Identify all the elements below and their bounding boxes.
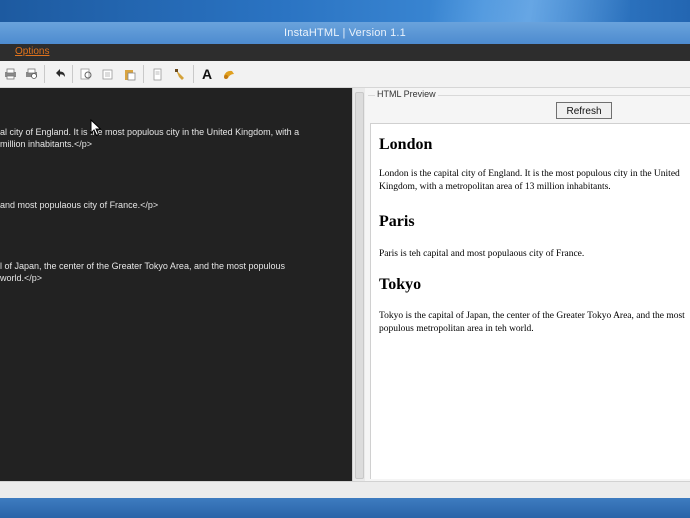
html-editor[interactable]: al city of England. It is the most popul… (0, 88, 352, 481)
editor-line: million inhabitants.</p> (0, 139, 93, 149)
toolbar-separator (72, 65, 73, 83)
preview-heading: London (379, 136, 433, 153)
status-bar (0, 481, 690, 499)
scrollbar-thumb[interactable] (355, 92, 364, 479)
editor-line: world.</p> (0, 273, 43, 283)
find-icon[interactable] (78, 66, 94, 82)
undo-icon[interactable] (51, 66, 67, 82)
preview-group-label: HTML Preview (375, 89, 438, 99)
editor-line: l of Japan, the center of the Greater To… (0, 261, 286, 271)
preview-paragraph: London is the capital city of England. I… (379, 169, 680, 179)
html-preview: London London is the capital city of Eng… (370, 123, 690, 479)
editor-line: and most populaous city of France.</p> (0, 200, 159, 210)
preview-paragraph: populous metropolitan area in teh world. (379, 324, 534, 334)
preview-paragraph: Tokyo is the capital of Japan, the cente… (379, 311, 685, 321)
print-icon[interactable] (2, 66, 18, 82)
font-icon[interactable]: A (199, 66, 215, 82)
preview-paragraph: Kingdom, with a metropolitan area of 13 … (379, 182, 611, 192)
toolbar-separator (44, 65, 45, 83)
desktop-background (0, 0, 690, 22)
toolbar-separator (143, 65, 144, 83)
paste-icon[interactable] (121, 66, 137, 82)
preview-heading: Paris (379, 213, 415, 230)
clear-icon[interactable] (171, 66, 187, 82)
menu-bar: Options (0, 44, 690, 61)
color-icon[interactable] (221, 66, 237, 82)
refresh-button[interactable]: Refresh (556, 102, 612, 119)
replace-icon[interactable] (99, 66, 115, 82)
document-icon[interactable] (149, 66, 165, 82)
toolbar-separator (193, 65, 194, 83)
print-preview-icon[interactable] (23, 66, 39, 82)
editor-scrollbar[interactable] (352, 88, 365, 481)
taskbar (0, 498, 690, 518)
menu-options[interactable]: Options (15, 46, 49, 57)
preview-heading: Tokyo (379, 276, 422, 293)
toolbar: A (0, 61, 690, 88)
window-title: InstaHTML | Version 1.1 (0, 22, 690, 44)
editor-line: al city of England. It is the most popul… (0, 127, 300, 137)
preview-paragraph: Paris is teh capital and most populaous … (379, 249, 585, 259)
